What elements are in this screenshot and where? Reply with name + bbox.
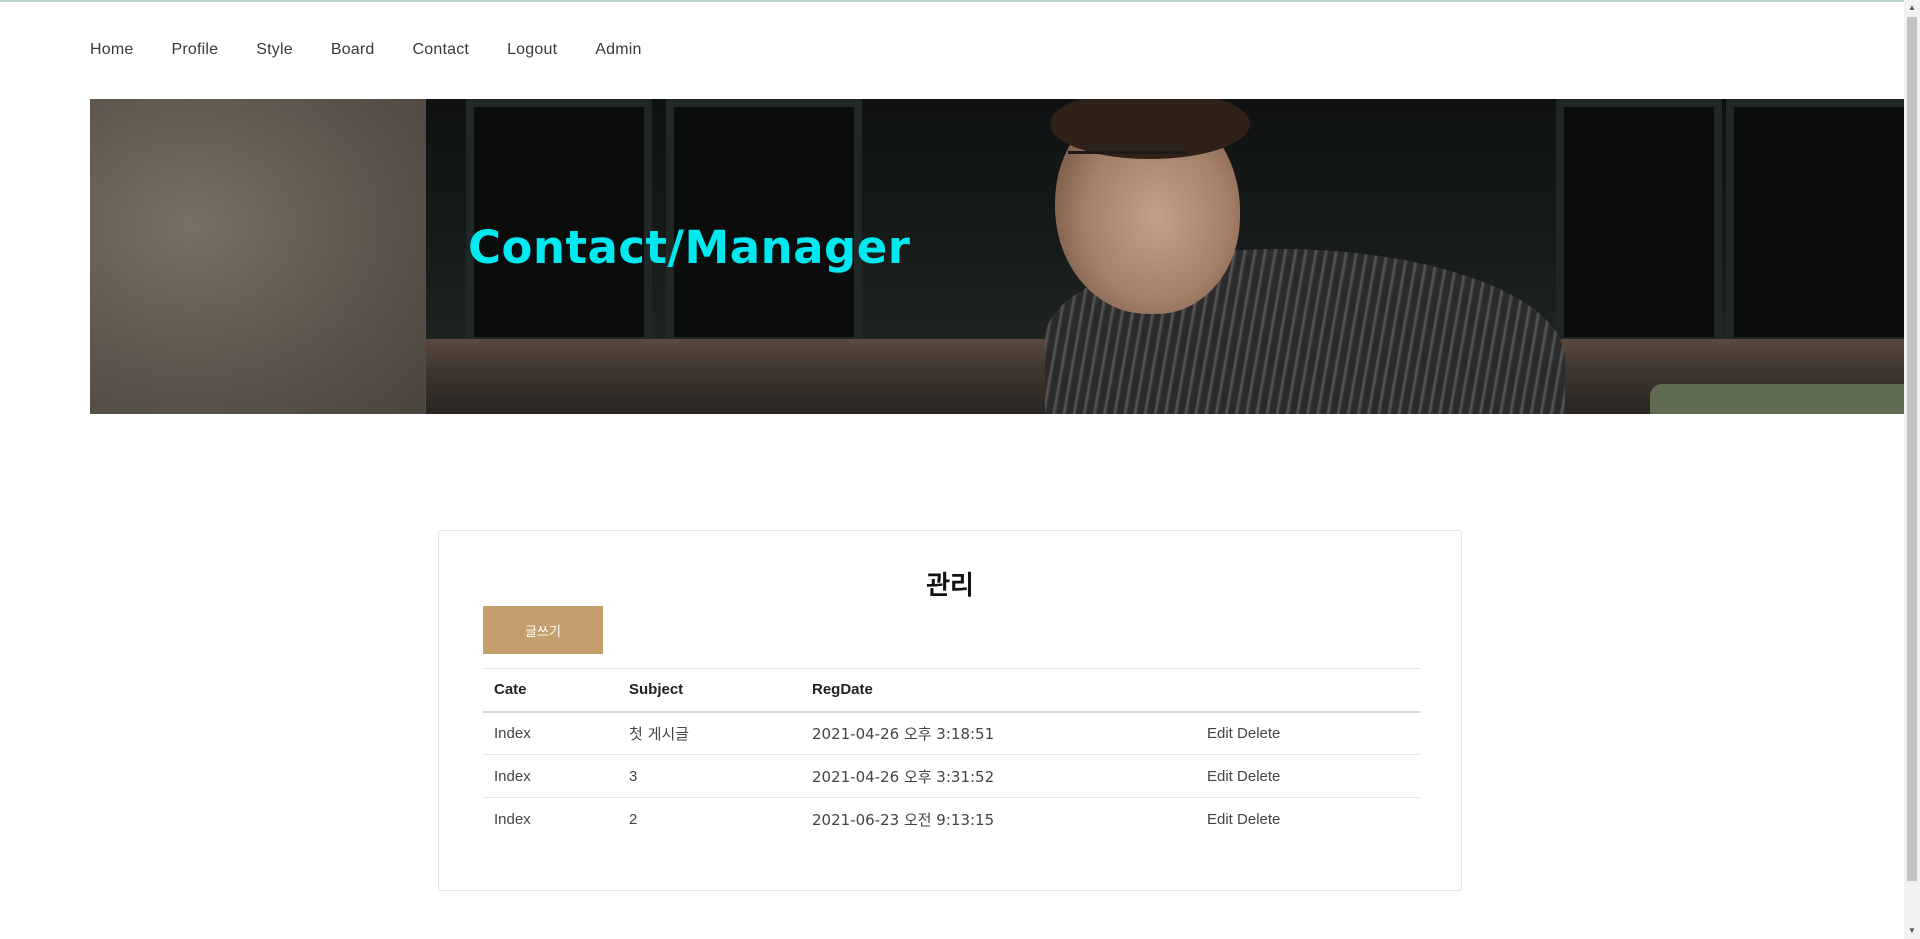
table-header-row: Cate Subject RegDate bbox=[483, 668, 1420, 713]
column-header-cate: Cate bbox=[483, 668, 618, 713]
vertical-scrollbar[interactable]: ▲ ▼ bbox=[1904, 0, 1920, 939]
hero-wall-backdrop bbox=[90, 99, 425, 414]
table-row: Index 2 2021-06-23 오전 9:13:15 Edit Delet… bbox=[483, 798, 1420, 841]
nav-item-profile[interactable]: Profile bbox=[171, 41, 218, 59]
cell-cate: Index bbox=[494, 810, 531, 828]
nav-item-admin[interactable]: Admin bbox=[595, 41, 641, 59]
table-row: Index 첫 게시글 2021-04-26 오후 3:18:51 Edit D… bbox=[483, 711, 1420, 755]
nav-item-contact[interactable]: Contact bbox=[413, 41, 470, 59]
nav-item-board[interactable]: Board bbox=[331, 41, 375, 59]
cell-subject: 3 bbox=[618, 754, 801, 798]
cell-subject: 첫 게시글 bbox=[618, 711, 801, 755]
column-header-regdate: RegDate bbox=[801, 668, 1196, 713]
hero-title: Contact/Manager bbox=[468, 221, 911, 274]
table-row: Index 3 2021-04-26 오후 3:31:52 Edit Delet… bbox=[483, 754, 1420, 798]
nav-item-style[interactable]: Style bbox=[256, 41, 293, 59]
scroll-up-arrow-icon[interactable]: ▲ bbox=[1904, 0, 1920, 16]
hero-banner: Contact/Manager bbox=[90, 99, 1904, 414]
nav-item-home[interactable]: Home bbox=[90, 41, 133, 59]
cell-actions: Edit Delete bbox=[1196, 754, 1420, 798]
scroll-down-arrow-icon[interactable]: ▼ bbox=[1904, 923, 1920, 939]
write-button[interactable]: 글쓰기 bbox=[483, 606, 603, 654]
scrollbar-thumb[interactable] bbox=[1907, 17, 1917, 881]
cell-regdate: 2021-04-26 오후 3:18:51 bbox=[801, 711, 1196, 755]
cell-cate: Index bbox=[483, 754, 618, 798]
window-pane bbox=[1726, 99, 1904, 345]
manager-title: 관리 bbox=[926, 571, 974, 601]
column-header-subject: Subject bbox=[618, 668, 801, 713]
column-header-actions bbox=[1196, 668, 1420, 713]
delete-link[interactable]: Delete bbox=[1237, 725, 1280, 742]
manager-card: 관리 글쓰기 Cate Subject RegDate Index 첫 게시글 … bbox=[438, 530, 1462, 891]
main-nav: Home Profile Style Board Contact Logout … bbox=[90, 36, 680, 64]
delete-link[interactable]: Delete bbox=[1237, 768, 1280, 785]
hero-person-glasses bbox=[1068, 151, 1188, 178]
cell-regdate: 2021-06-23 오전 9:13:15 bbox=[812, 810, 995, 829]
edit-link[interactable]: Edit bbox=[1207, 811, 1233, 828]
cell-actions: Edit Delete bbox=[1196, 711, 1420, 755]
cell-actions: Edit Delete bbox=[1196, 798, 1420, 841]
edit-link[interactable]: Edit bbox=[1207, 768, 1233, 785]
hero-cushion bbox=[1650, 384, 1904, 414]
cell-subject: 2 bbox=[629, 810, 638, 828]
delete-link[interactable]: Delete bbox=[1237, 811, 1280, 828]
cell-regdate: 2021-04-26 오후 3:31:52 bbox=[801, 754, 1196, 798]
cell-cate: Index bbox=[483, 711, 618, 755]
edit-link[interactable]: Edit bbox=[1207, 725, 1233, 742]
post-table: Cate Subject RegDate Index 첫 게시글 2021-04… bbox=[483, 668, 1420, 841]
nav-item-logout[interactable]: Logout bbox=[507, 41, 557, 59]
window-pane bbox=[1556, 99, 1722, 345]
page: Home Profile Style Board Contact Logout … bbox=[0, 0, 1904, 939]
